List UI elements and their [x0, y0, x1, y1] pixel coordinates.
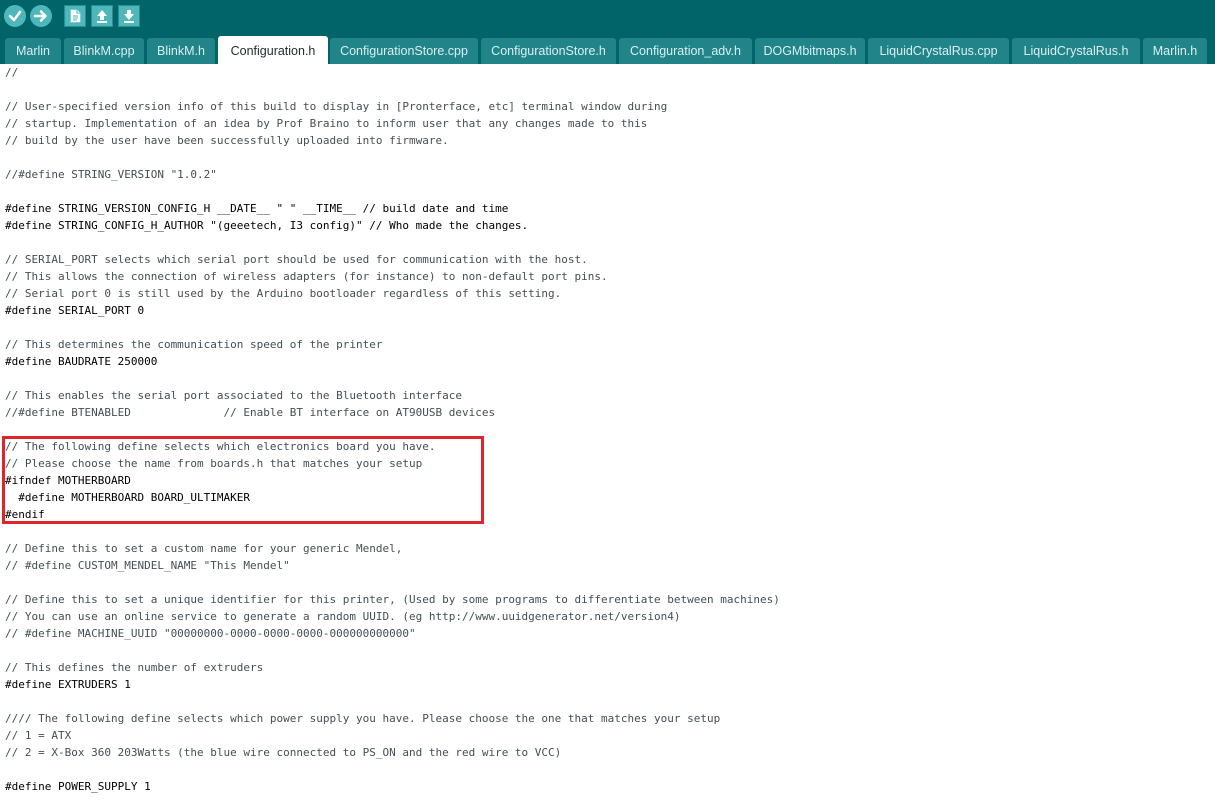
tab-configuration-h[interactable]: Configuration.h — [218, 36, 328, 64]
tab-blinkm-h[interactable]: BlinkM.h — [147, 38, 215, 64]
code-line: // This defines the number of extruders — [5, 661, 264, 674]
code-line: //// The following define selects which … — [5, 712, 721, 725]
code-line: // Define this to set a unique identifie… — [5, 593, 780, 606]
code-editor[interactable]: // // User-specified version info of thi… — [0, 64, 1215, 811]
tab-bar: Marlin BlinkM.cpp BlinkM.h Configuration… — [0, 34, 1215, 64]
code-line: // startup. Implementation of an idea by… — [5, 117, 648, 130]
red-highlight-box — [2, 436, 484, 524]
code-line: // Define this to set a custom name for … — [5, 542, 403, 555]
tab-configuration-adv-h[interactable]: Configuration_adv.h — [619, 38, 752, 64]
code-line: //#define BTENABLED // Enable BT interfa… — [5, 406, 496, 419]
tab-configurationstore-cpp[interactable]: ConfigurationStore.cpp — [330, 38, 478, 64]
arrow-right-icon — [33, 10, 47, 22]
code-line: #define BAUDRATE 250000 — [5, 355, 158, 368]
tab-liquidcrystalrus-cpp[interactable]: LiquidCrystalRus.cpp — [868, 38, 1009, 64]
tab-marlin-h[interactable]: Marlin.h — [1143, 38, 1207, 64]
code-line: // #define MACHINE_UUID "00000000-0000-0… — [5, 627, 416, 640]
code-line: // Serial port 0 is still used by the Ar… — [5, 287, 562, 300]
tab-liquidcrystalrus-h[interactable]: LiquidCrystalRus.h — [1012, 38, 1140, 64]
open-button[interactable] — [91, 5, 113, 27]
checkmark-icon — [8, 10, 22, 22]
code-line: // 2 = X-Box 360 203Watts (the blue wire… — [5, 746, 562, 759]
new-file-icon — [70, 9, 81, 23]
tab-configurationstore-h[interactable]: ConfigurationStore.h — [481, 38, 616, 64]
code-line: //#define STRING_VERSION "1.0.2" — [5, 168, 217, 181]
code-line: #define EXTRUDERS 1 — [5, 678, 131, 691]
toolbar — [0, 0, 1215, 34]
verify-button[interactable] — [4, 5, 26, 27]
new-button[interactable] — [64, 5, 86, 27]
code-line: // This determines the communication spe… — [5, 338, 383, 351]
code-line: #define STRING_VERSION_CONFIG_H __DATE__… — [5, 202, 509, 215]
code-line: // build by the user have been successfu… — [5, 134, 449, 147]
code-line: #define POWER_SUPPLY 1 — [5, 780, 151, 793]
code-line: // #define CUSTOM_MENDEL_NAME "This Mend… — [5, 559, 290, 572]
arrow-up-icon — [97, 10, 107, 23]
code-line: // — [5, 66, 19, 79]
code-line: #define SERIAL_PORT 0 — [5, 304, 145, 317]
upload-button[interactable] — [30, 5, 52, 27]
code-line: // This allows the connection of wireles… — [5, 270, 608, 283]
code-line: // This enables the serial port associat… — [5, 389, 462, 402]
code-line: // 1 = ATX — [5, 729, 72, 742]
code-line: // SERIAL_PORT selects which serial port… — [5, 253, 588, 266]
code-line: // You can use an online service to gene… — [5, 610, 681, 623]
tab-blinkm-cpp[interactable]: BlinkM.cpp — [64, 38, 144, 64]
code-line: // User-specified version info of this b… — [5, 100, 668, 113]
tab-dogmbitmaps-h[interactable]: DOGMbitmaps.h — [755, 38, 865, 64]
tab-marlin[interactable]: Marlin — [5, 38, 61, 64]
code-line: #define STRING_CONFIG_H_AUTHOR "(geeetec… — [5, 219, 529, 232]
save-button[interactable] — [118, 5, 140, 27]
arrow-down-icon — [124, 10, 134, 23]
